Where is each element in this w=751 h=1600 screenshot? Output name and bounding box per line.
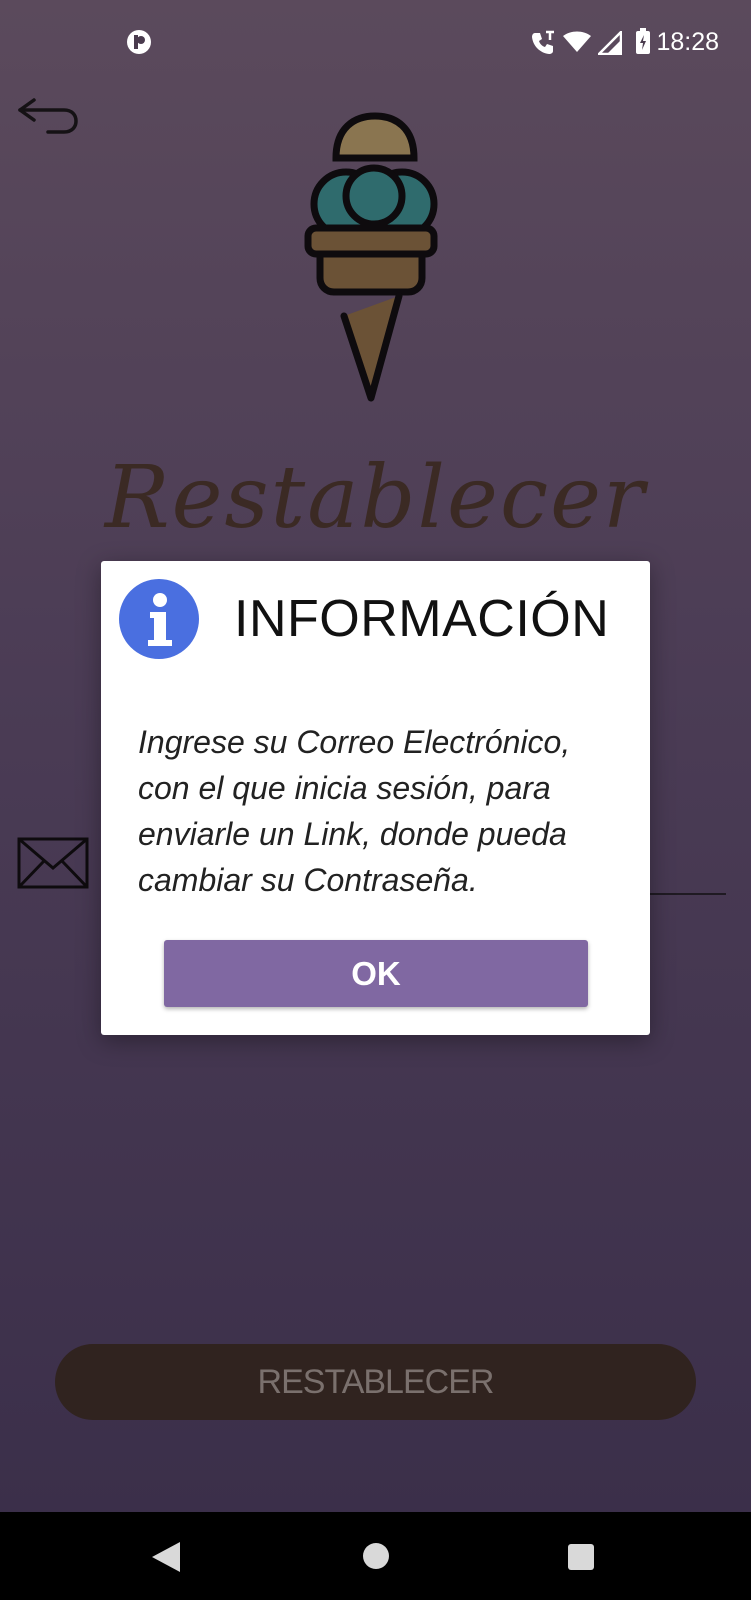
signal-icon <box>598 31 622 55</box>
status-bar: 18:28 <box>0 0 751 86</box>
email-field-underline <box>640 893 726 895</box>
info-dialog: INFORMACIÓN Ingrese su Correo Electrónic… <box>101 561 650 1035</box>
dialog-title: INFORMACIÓN <box>234 590 610 648</box>
nav-back-icon[interactable] <box>150 1540 182 1574</box>
app-badge-icon <box>127 30 151 54</box>
reset-button[interactable]: RESTABLECER <box>55 1344 696 1420</box>
email-icon <box>17 837 89 889</box>
nav-recents-icon[interactable] <box>567 1543 595 1571</box>
ice-cream-logo-icon <box>304 112 438 402</box>
info-icon <box>119 579 199 659</box>
wifi-icon <box>563 31 591 52</box>
status-time: 18:28 <box>656 28 719 56</box>
call-icon <box>532 30 554 54</box>
nav-home-icon[interactable] <box>362 1542 390 1570</box>
ok-button[interactable]: OK <box>164 940 588 1007</box>
back-arrow-icon[interactable] <box>14 96 80 138</box>
battery-icon <box>636 28 650 54</box>
screen-title: Restablecer <box>104 448 647 548</box>
dialog-message: Ingrese su Correo Electrónico, con el qu… <box>138 724 571 898</box>
